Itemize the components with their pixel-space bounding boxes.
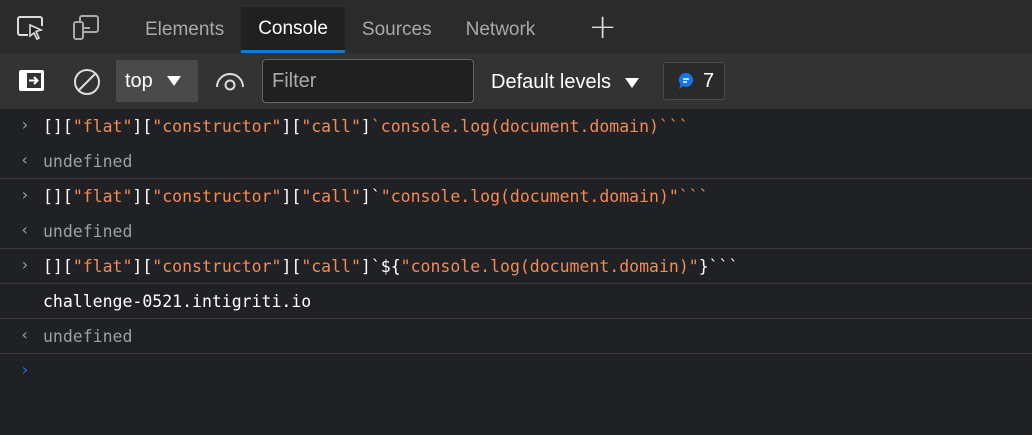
- result-chevron-icon: ‹: [20, 220, 30, 239]
- code-token: ][: [281, 256, 302, 276]
- code-token: ]`: [360, 187, 381, 206]
- code-token: ][: [132, 187, 153, 206]
- code-token: ][: [281, 117, 302, 136]
- context-label: top: [125, 69, 153, 92]
- code-token: "flat": [72, 256, 133, 276]
- prompt-chevron-icon: ›: [20, 360, 30, 379]
- live-expression-eye-icon[interactable]: [214, 69, 246, 93]
- clear-console-icon[interactable]: [72, 67, 102, 97]
- code-token: "constructor": [152, 117, 282, 136]
- result-value: undefined: [43, 326, 133, 346]
- code-token: }```: [698, 256, 739, 276]
- console-prompt[interactable]: ›: [0, 354, 1032, 389]
- code-token: [][: [43, 117, 73, 136]
- messages-badge[interactable]: 7: [663, 62, 725, 100]
- context-selector[interactable]: top: [116, 60, 198, 102]
- console-output: ›[]["flat"]["constructor"]["call"] `conso…: [0, 109, 1032, 389]
- filter-input[interactable]: Filter: [262, 59, 474, 103]
- tab-sources[interactable]: Sources: [345, 7, 449, 53]
- console-input-row: ›[]["flat"]["constructor"]["call"]` "cons…: [0, 179, 1032, 214]
- code-token: ][: [132, 256, 153, 276]
- console-input-row: ›[]["flat"]["constructor"]["call"]`${"co…: [0, 249, 1032, 284]
- log-levels-dropdown[interactable]: Default levels: [491, 71, 640, 94]
- console-input-row: ›[]["flat"]["constructor"]["call"] `conso…: [0, 109, 1032, 144]
- code-token: "flat": [72, 117, 133, 136]
- code-token: [][: [43, 256, 73, 276]
- code-token: ]`${: [360, 256, 401, 276]
- message-count: 7: [703, 69, 715, 92]
- show-sidebar-icon[interactable]: [17, 67, 47, 95]
- code-token: "call": [301, 187, 361, 206]
- chevron-down-icon: [625, 77, 640, 88]
- code-token: "console.log(document.domain)": [400, 256, 699, 276]
- code-token: [][: [43, 187, 73, 206]
- result-value: undefined: [43, 221, 133, 241]
- code-token: "constructor": [152, 187, 282, 206]
- console-result-row: ‹ undefined: [0, 214, 1032, 249]
- inspect-element-icon[interactable]: [16, 14, 46, 42]
- code-token: ][: [132, 117, 153, 136]
- message-icon: [678, 72, 694, 89]
- log-message: challenge-0521.intigriti.io: [43, 291, 312, 311]
- input-chevron-icon: ›: [20, 115, 30, 134]
- tab-bar: Elements Console Sources Network +: [0, 0, 1032, 53]
- add-tab-button[interactable]: +: [588, 7, 617, 53]
- tab-elements[interactable]: Elements: [128, 7, 241, 53]
- input-chevron-icon: ›: [20, 185, 30, 204]
- tab-console[interactable]: Console: [241, 7, 345, 53]
- code-token: ][: [281, 187, 302, 206]
- console-result-row: ‹ undefined: [0, 144, 1032, 179]
- code-token: "flat": [72, 187, 133, 206]
- console-result-row: ‹ undefined: [0, 319, 1032, 354]
- code-token: "constructor": [152, 256, 282, 276]
- input-chevron-icon: ›: [20, 255, 30, 274]
- device-emulation-icon[interactable]: [72, 14, 102, 42]
- code-token: ]: [360, 117, 371, 136]
- result-chevron-icon: ‹: [20, 325, 30, 344]
- console-toolbar: top Filter Default levels 7: [0, 53, 1032, 109]
- tab-network[interactable]: Network: [449, 7, 553, 53]
- log-levels-label: Default levels: [491, 71, 612, 93]
- code-token: "call": [301, 117, 361, 136]
- chevron-down-icon: [166, 76, 181, 86]
- code-token: "call": [301, 256, 361, 276]
- console-log-row: challenge-0521.intigriti.io: [0, 284, 1032, 319]
- result-value: undefined: [43, 151, 133, 171]
- code-token: "console.log(document.domain)"```: [380, 187, 709, 206]
- code-token: `console.log(document.domain)```: [370, 117, 689, 136]
- result-chevron-icon: ‹: [20, 150, 30, 169]
